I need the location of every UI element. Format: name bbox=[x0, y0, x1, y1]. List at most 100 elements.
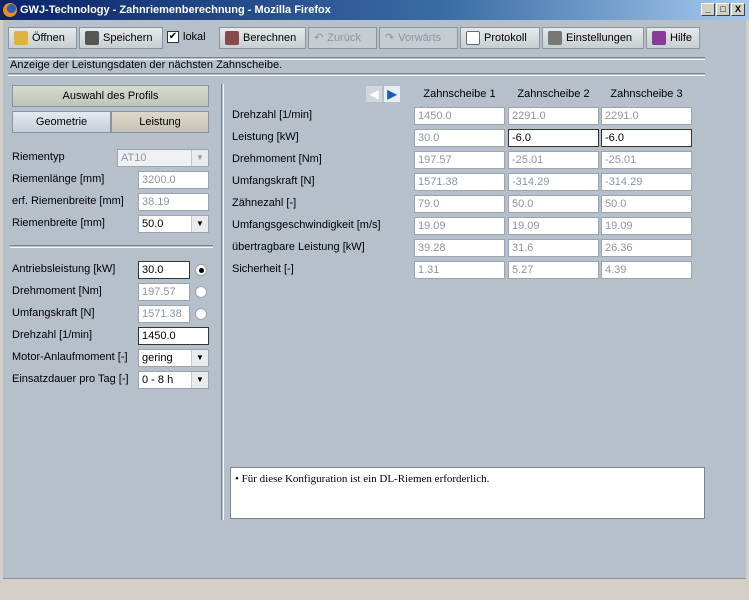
table-cell[interactable]: 1.31 bbox=[414, 261, 505, 279]
table-cell[interactable]: 2291.0 bbox=[508, 107, 599, 125]
status-text: Anzeige der Leistungsdaten der nächsten … bbox=[10, 57, 282, 73]
table-cell[interactable]: -6.0 bbox=[508, 129, 599, 147]
folder-icon bbox=[14, 31, 28, 45]
chevron-down-icon: ▼ bbox=[191, 216, 208, 232]
table-cell[interactable]: 5.27 bbox=[508, 261, 599, 279]
table-cell[interactable]: 39.28 bbox=[414, 239, 505, 257]
table-cell[interactable]: 1450.0 bbox=[414, 107, 505, 125]
table-cell[interactable]: 79.0 bbox=[414, 195, 505, 213]
table-cell[interactable]: 19.09 bbox=[508, 217, 599, 235]
table-cell[interactable]: -314.29 bbox=[508, 173, 599, 191]
row-label: übertragbare Leistung [kW] bbox=[232, 239, 365, 256]
tab-geometrie[interactable]: Geometrie bbox=[12, 111, 111, 133]
table-cell[interactable]: 19.09 bbox=[601, 217, 692, 235]
firefox-icon bbox=[3, 3, 17, 17]
row-label: Drehmoment [Nm] bbox=[232, 151, 322, 168]
belt-type-select[interactable]: AT10 ▼ bbox=[117, 149, 209, 167]
table-cell[interactable]: -25.01 bbox=[508, 151, 599, 169]
calculate-button[interactable]: Berechnen bbox=[219, 27, 306, 49]
power-field[interactable]: 1450.0 bbox=[138, 327, 209, 345]
power-label: Umfangskraft [N] bbox=[12, 305, 95, 322]
power-field[interactable]: 1571.38 bbox=[138, 305, 190, 323]
chevron-down-icon: ▼ bbox=[191, 150, 208, 166]
book-icon bbox=[652, 31, 666, 45]
table-cell[interactable]: -6.0 bbox=[601, 129, 692, 147]
geometry-field[interactable]: 38.19 bbox=[138, 193, 209, 211]
table-cell[interactable]: 30.0 bbox=[414, 129, 505, 147]
geometry-label: erf. Riemenbreite [mm] bbox=[12, 193, 124, 210]
table-cell[interactable]: -25.01 bbox=[601, 151, 692, 169]
help-button[interactable]: Hilfe bbox=[646, 27, 700, 49]
power-label: Antriebsleistung [kW] bbox=[12, 261, 115, 278]
save-button[interactable]: Speichern bbox=[79, 27, 163, 49]
message-box: • Für diese Konfiguration ist ein DL-Rie… bbox=[230, 467, 705, 519]
column-header: Zahnscheibe 3 bbox=[601, 86, 692, 103]
message-text: Für diese Konfiguration ist ein DL-Rieme… bbox=[242, 473, 490, 485]
open-button[interactable]: Öffnen bbox=[8, 27, 77, 49]
power-label: Drehmoment [Nm] bbox=[12, 283, 102, 300]
row-label: Umfangskraft [N] bbox=[232, 173, 315, 190]
table-cell[interactable]: 1571.38 bbox=[414, 173, 505, 191]
power-label: Einsatzdauer pro Tag [-] bbox=[12, 371, 129, 388]
chevron-down-icon: ▼ bbox=[191, 372, 208, 388]
local-label: lokal bbox=[183, 31, 206, 43]
document-icon bbox=[466, 31, 480, 45]
tab-leistung[interactable]: Leistung bbox=[111, 111, 209, 133]
power-field[interactable]: 197.57 bbox=[138, 283, 190, 301]
column-header: Zahnscheibe 2 bbox=[508, 86, 599, 103]
table-cell[interactable]: 50.0 bbox=[508, 195, 599, 213]
checkbox-icon: ✔ bbox=[167, 31, 179, 43]
table-cell[interactable]: 50.0 bbox=[601, 195, 692, 213]
power-label: Motor-Anlaufmoment [-] bbox=[12, 349, 128, 366]
select-value: 0 - 8 h bbox=[142, 374, 173, 386]
close-button[interactable]: X bbox=[731, 3, 745, 16]
settings-button[interactable]: Einstellungen bbox=[542, 27, 644, 49]
back-button[interactable]: ↶Zurück bbox=[308, 27, 377, 49]
radio-button[interactable] bbox=[195, 264, 207, 276]
column-header: Zahnscheibe 1 bbox=[414, 86, 505, 103]
row-label: Sicherheit [-] bbox=[232, 261, 294, 278]
protocol-button[interactable]: Protokoll bbox=[460, 27, 540, 49]
vertical-separator bbox=[221, 84, 224, 520]
title-bar: GWJ-Technology - Zahnriemenberechnung - … bbox=[0, 0, 749, 20]
undo-icon: ↶ bbox=[314, 28, 323, 48]
redo-icon: ↷ bbox=[385, 28, 394, 48]
geometry-label: Riementyp bbox=[12, 149, 65, 166]
separator bbox=[8, 73, 705, 76]
select-value: AT10 bbox=[121, 152, 146, 164]
select-value: 50.0 bbox=[142, 218, 163, 230]
power-select[interactable]: 0 - 8 h ▼ bbox=[138, 371, 209, 389]
table-cell[interactable]: 4.39 bbox=[601, 261, 692, 279]
protocol-label: Protokoll bbox=[484, 28, 527, 48]
radio-button[interactable] bbox=[195, 286, 207, 298]
radio-button[interactable] bbox=[195, 308, 207, 320]
table-cell[interactable]: 19.09 bbox=[414, 217, 505, 235]
previous-arrow-button[interactable]: ◀ bbox=[366, 86, 382, 102]
table-cell[interactable]: 197.57 bbox=[414, 151, 505, 169]
forward-button[interactable]: ↷Vorwärts bbox=[379, 27, 458, 49]
open-label: Öffnen bbox=[32, 28, 65, 48]
next-arrow-button[interactable]: ▶ bbox=[384, 86, 400, 102]
select-value: gering bbox=[142, 352, 173, 364]
row-label: Leistung [kW] bbox=[232, 129, 299, 146]
table-cell[interactable]: 26.36 bbox=[601, 239, 692, 257]
forward-label: Vorwärts bbox=[398, 28, 441, 48]
maximize-button[interactable]: □ bbox=[716, 3, 730, 16]
table-cell[interactable]: 2291.0 bbox=[601, 107, 692, 125]
geometry-field[interactable]: 3200.0 bbox=[138, 171, 209, 189]
row-label: Drehzahl [1/min] bbox=[232, 107, 312, 124]
settings-label: Einstellungen bbox=[566, 28, 632, 48]
table-cell[interactable]: -314.29 bbox=[601, 173, 692, 191]
minimize-button[interactable]: _ bbox=[701, 3, 715, 16]
table-cell[interactable]: 31.6 bbox=[508, 239, 599, 257]
power-label: Drehzahl [1/min] bbox=[12, 327, 92, 344]
profile-selection-button[interactable]: Auswahl des Profils bbox=[12, 85, 209, 107]
power-field[interactable]: 30.0 bbox=[138, 261, 190, 279]
row-label: Zähnezahl [-] bbox=[232, 195, 296, 212]
belt-width-select[interactable]: 50.0 ▼ bbox=[138, 215, 209, 233]
local-checkbox[interactable]: ✔ lokal bbox=[167, 31, 206, 43]
geometry-label: Riemenlänge [mm] bbox=[12, 171, 104, 188]
power-select[interactable]: gering▼ bbox=[138, 349, 209, 367]
save-label: Speichern bbox=[103, 28, 153, 48]
geometry-label: Riemenbreite [mm] bbox=[12, 215, 105, 232]
